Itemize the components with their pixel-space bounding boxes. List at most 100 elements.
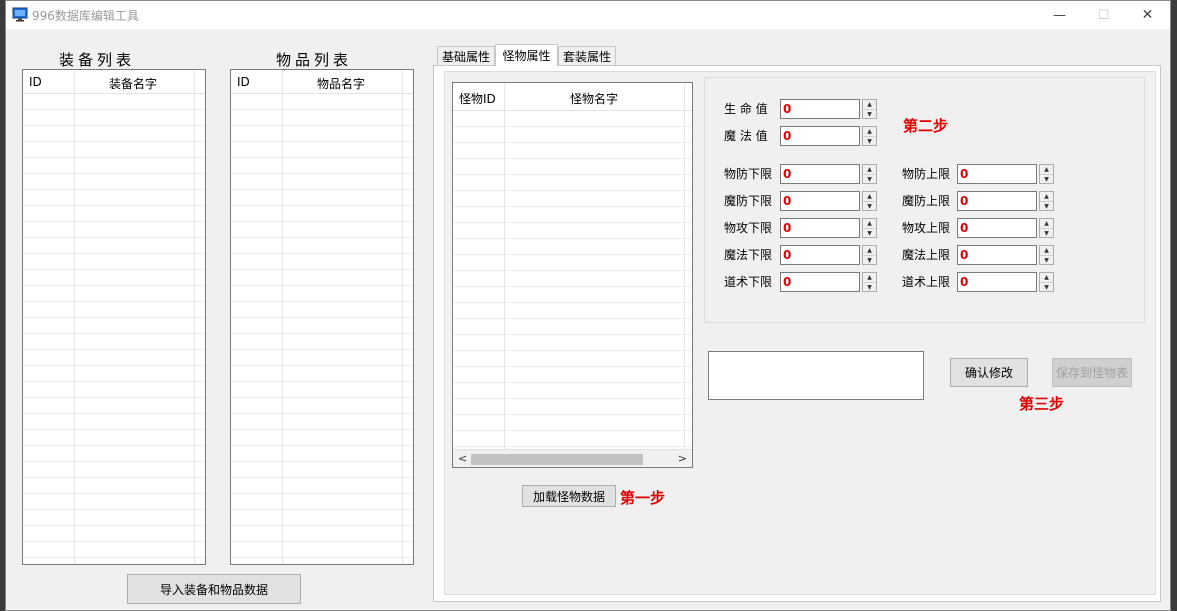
item-col-name[interactable]: 物品名字	[317, 75, 365, 92]
mdef-min-spin-arrows[interactable]: ▲ ▼	[862, 191, 877, 211]
mp-input[interactable]: 0	[780, 126, 860, 146]
mag-min-spinbox[interactable]: 0 ▲ ▼	[780, 245, 877, 265]
mp-label: 魔 法 值	[724, 129, 768, 143]
tao-min-spinbox[interactable]: 0 ▲ ▼	[780, 272, 877, 292]
tab-basic-attrs[interactable]: 基础属性	[437, 46, 495, 65]
mag-min-spin-arrows[interactable]: ▲ ▼	[862, 245, 877, 265]
equip-col-id[interactable]: ID	[29, 75, 42, 89]
atk-max-input[interactable]: 0	[957, 218, 1037, 238]
monster-col-id[interactable]: 怪物ID	[459, 90, 496, 107]
spin-down-icon[interactable]: ▼	[1040, 256, 1053, 265]
hp-label: 生 命 值	[724, 102, 768, 116]
hp-spinbox[interactable]: 0 ▲ ▼	[780, 99, 877, 119]
def-min-spinbox[interactable]: 0 ▲ ▼	[780, 164, 877, 184]
equip-list-header: ID 装备名字	[23, 70, 205, 94]
hp-spin-arrows[interactable]: ▲ ▼	[862, 99, 877, 119]
monster-listview[interactable]: 怪物ID 怪物名字 < >	[452, 82, 693, 468]
equip-list-title: 装备列表	[59, 51, 136, 69]
spin-down-icon[interactable]: ▼	[1040, 283, 1053, 292]
mag-max-spinbox[interactable]: 0 ▲ ▼	[957, 245, 1054, 265]
spin-down-icon[interactable]: ▼	[863, 229, 876, 238]
tao-min-input[interactable]: 0	[780, 272, 860, 292]
tab-set-attrs[interactable]: 套装属性	[558, 46, 616, 65]
spin-up-icon[interactable]: ▲	[863, 100, 876, 110]
mdef-min-spinbox[interactable]: 0 ▲ ▼	[780, 191, 877, 211]
tao-max-spinbox[interactable]: 0 ▲ ▼	[957, 272, 1054, 292]
def-min-spin-arrows[interactable]: ▲ ▼	[862, 164, 877, 184]
atk-max-spin-arrows[interactable]: ▲ ▼	[1039, 218, 1054, 238]
mdef-max-input[interactable]: 0	[957, 191, 1037, 211]
mag-min-label: 魔法下限	[724, 248, 773, 262]
def-max-spin-arrows[interactable]: ▲ ▼	[1039, 164, 1054, 184]
mag-max-spin-arrows[interactable]: ▲ ▼	[1039, 245, 1054, 265]
spin-up-icon[interactable]: ▲	[863, 192, 876, 202]
atk-min-spin-arrows[interactable]: ▲ ▼	[862, 218, 877, 238]
step-two-label: 第二步	[903, 117, 949, 135]
import-data-button[interactable]: 导入装备和物品数据	[127, 574, 301, 604]
spin-up-icon[interactable]: ▲	[1040, 165, 1053, 175]
close-button[interactable]: ✕	[1125, 1, 1170, 29]
mp-spin-arrows[interactable]: ▲ ▼	[862, 126, 877, 146]
def-min-input[interactable]: 0	[780, 164, 860, 184]
scroll-left-icon[interactable]: <	[458, 452, 467, 465]
mag-min-input[interactable]: 0	[780, 245, 860, 265]
spin-up-icon[interactable]: ▲	[863, 127, 876, 137]
spin-up-icon[interactable]: ▲	[863, 165, 876, 175]
minimize-button[interactable]: —	[1037, 1, 1082, 29]
spin-up-icon[interactable]: ▲	[863, 219, 876, 229]
atk-max-spinbox[interactable]: 0 ▲ ▼	[957, 218, 1054, 238]
hp-input[interactable]: 0	[780, 99, 860, 119]
spin-up-icon[interactable]: ▲	[1040, 192, 1053, 202]
tao-min-spin-arrows[interactable]: ▲ ▼	[862, 272, 877, 292]
mp-spinbox[interactable]: 0 ▲ ▼	[780, 126, 877, 146]
spin-up-icon[interactable]: ▲	[1040, 246, 1053, 256]
load-monster-button[interactable]: 加载怪物数据	[522, 485, 616, 507]
spin-down-icon[interactable]: ▼	[1040, 202, 1053, 211]
app-monitor-icon	[12, 7, 28, 22]
spin-down-icon[interactable]: ▼	[863, 175, 876, 184]
tao-max-input[interactable]: 0	[957, 272, 1037, 292]
equip-listview[interactable]: ID 装备名字	[22, 69, 206, 565]
monster-col-name[interactable]: 怪物名字	[570, 90, 618, 107]
spin-down-icon[interactable]: ▼	[863, 202, 876, 211]
equip-list-rows	[23, 94, 205, 564]
spin-down-icon[interactable]: ▼	[863, 283, 876, 292]
title-bar[interactable]: 996数据库编辑工具 — ☐ ✕	[6, 1, 1170, 29]
confirm-edit-button[interactable]: 确认修改	[950, 358, 1028, 387]
mdef-max-spinbox[interactable]: 0 ▲ ▼	[957, 191, 1054, 211]
def-max-input[interactable]: 0	[957, 164, 1037, 184]
spin-down-icon[interactable]: ▼	[863, 137, 876, 146]
monster-list-rows	[453, 111, 692, 449]
item-list-rows	[231, 94, 413, 564]
tao-max-label: 道术上限	[902, 275, 951, 289]
tab-monster-attrs[interactable]: 怪物属性	[495, 44, 558, 66]
atk-min-input[interactable]: 0	[780, 218, 860, 238]
mdef-min-input[interactable]: 0	[780, 191, 860, 211]
scroll-thumb[interactable]	[471, 454, 643, 465]
horizontal-scrollbar[interactable]: < >	[453, 449, 692, 467]
tao-min-label: 道术下限	[724, 275, 773, 289]
maximize-button[interactable]: ☐	[1081, 1, 1126, 29]
scroll-right-icon[interactable]: >	[678, 452, 687, 465]
tao-max-spin-arrows[interactable]: ▲ ▼	[1039, 272, 1054, 292]
spin-up-icon[interactable]: ▲	[1040, 219, 1053, 229]
mag-max-input[interactable]: 0	[957, 245, 1037, 265]
step-three-label: 第三步	[1019, 395, 1065, 413]
spin-up-icon[interactable]: ▲	[863, 246, 876, 256]
spin-down-icon[interactable]: ▼	[1040, 175, 1053, 184]
mdef-max-spin-arrows[interactable]: ▲ ▼	[1039, 191, 1054, 211]
equip-col-name[interactable]: 装备名字	[109, 75, 157, 92]
spin-down-icon[interactable]: ▼	[863, 110, 876, 119]
def-min-label: 物防下限	[724, 167, 773, 181]
def-max-label: 物防上限	[902, 167, 951, 181]
spin-up-icon[interactable]: ▲	[1040, 273, 1053, 283]
spin-up-icon[interactable]: ▲	[863, 273, 876, 283]
save-monster-button[interactable]: 保存到怪物表	[1052, 358, 1132, 387]
def-max-spinbox[interactable]: 0 ▲ ▼	[957, 164, 1054, 184]
item-listview[interactable]: ID 物品名字	[230, 69, 414, 565]
spin-down-icon[interactable]: ▼	[1040, 229, 1053, 238]
atk-min-spinbox[interactable]: 0 ▲ ▼	[780, 218, 877, 238]
item-col-id[interactable]: ID	[237, 75, 250, 89]
status-memo[interactable]	[708, 351, 924, 400]
spin-down-icon[interactable]: ▼	[863, 256, 876, 265]
